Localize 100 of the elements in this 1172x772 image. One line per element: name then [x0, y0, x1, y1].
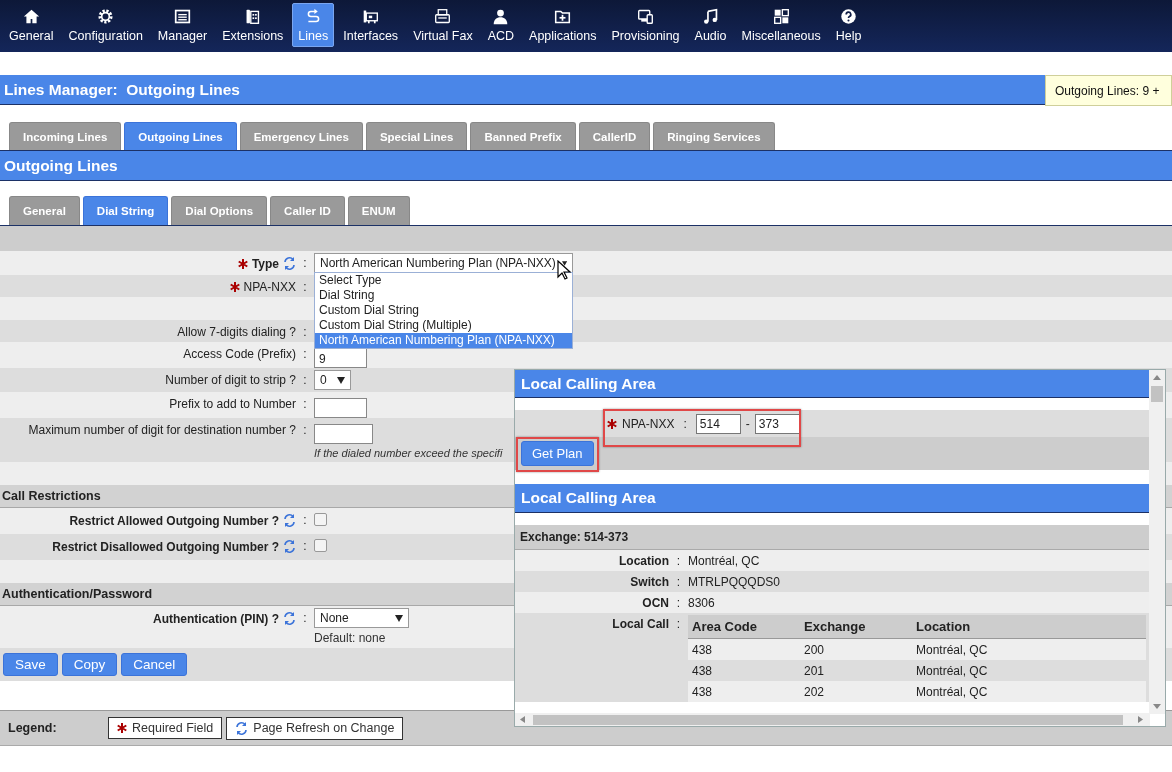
table-cell: Montréal, QC — [912, 638, 1146, 660]
input-field[interactable]: 373 — [754, 413, 800, 434]
colon: : — [675, 616, 682, 631]
legend-label: Legend: — [8, 721, 58, 735]
colon: : — [302, 396, 308, 411]
horizontal-scrollbar[interactable] — [515, 713, 1150, 726]
help-icon — [840, 7, 858, 25]
field-label: Allow 7-digits dialing ? — [177, 325, 296, 339]
grid-icon — [772, 7, 790, 25]
field-label: Authentication (PIN) ? — [153, 611, 279, 626]
field-label: Restrict Allowed Outgoing Number ? — [69, 513, 279, 528]
nav-item[interactable]: Miscellaneous — [735, 3, 827, 47]
dash: - — [745, 416, 750, 431]
field-label: Number of digit to strip ? — [165, 373, 296, 387]
gear-icon — [97, 7, 115, 25]
nav-item[interactable]: Lines — [292, 3, 335, 47]
column-header: Exchange — [800, 615, 912, 639]
field-label: NPA-NXX — [622, 416, 675, 431]
colon: : — [302, 324, 308, 339]
section-title: Outgoing Lines — [4, 156, 118, 175]
page-title: Lines Manager: Outgoing Lines — [4, 81, 240, 99]
tab[interactable]: Outgoing Lines — [124, 122, 237, 150]
action-button[interactable]: Copy — [61, 653, 118, 676]
caret-icon — [395, 614, 403, 622]
field-label: Type — [251, 256, 279, 271]
colon: : — [302, 255, 308, 270]
select-field[interactable]: None — [314, 608, 409, 628]
colon: : — [302, 346, 308, 361]
refresh-icon — [235, 720, 249, 736]
asterisk-icon — [607, 418, 617, 429]
caret-icon — [561, 259, 567, 267]
nav-item[interactable]: Manager — [151, 3, 214, 47]
fax-icon — [434, 7, 452, 25]
checkbox[interactable] — [314, 539, 327, 552]
dropdown-option[interactable]: Custom Dial String — [315, 303, 572, 318]
action-button[interactable]: Save — [3, 653, 58, 676]
table-cell: Montréal, QC — [912, 660, 1146, 681]
nav-item[interactable]: Help — [829, 3, 868, 47]
get-plan-button[interactable]: Get Plan — [521, 441, 594, 466]
table-cell: 438 — [688, 660, 800, 681]
nav-item[interactable]: Provisioning — [605, 3, 686, 47]
dropdown-option[interactable]: Custom Dial String (Multiple) — [315, 318, 572, 333]
window-icon — [174, 7, 191, 25]
legend-item: Required Field — [108, 717, 223, 739]
field-label: Maximum number of digit for destination number ? — [28, 423, 296, 437]
action-button[interactable]: Cancel — [121, 653, 188, 676]
select-field[interactable]: North American Numbering Plan (NPA-NXX) — [314, 253, 573, 273]
input-field[interactable] — [314, 424, 373, 444]
column-header: Location — [912, 615, 1146, 639]
exchange-heading: Exchange: 514-373 — [515, 525, 1150, 550]
field-label: Restrict Disallowed Outgoing Number ? — [52, 539, 279, 554]
table-cell: 201 — [800, 660, 912, 681]
table-cell: Montréal, QC — [912, 681, 1146, 702]
column-header: Area Code — [688, 615, 800, 639]
music-note-icon — [702, 7, 720, 25]
nav-item[interactable]: General — [3, 3, 60, 47]
legend-item: Page Refresh on Change — [226, 716, 404, 740]
field-label: Access Code (Prefix) — [183, 347, 296, 361]
dropdown-option[interactable]: Select Type — [315, 273, 572, 288]
colon: : — [302, 610, 308, 625]
table-cell: 438 — [688, 681, 800, 702]
nav-item[interactable]: ACD — [481, 3, 521, 47]
detail-value: Montréal, QC — [688, 553, 760, 568]
dropdown-option[interactable]: North American Numbering Plan (NPA-NXX) — [315, 333, 572, 348]
devices-icon — [637, 7, 654, 25]
default-note: Default: none — [314, 631, 386, 645]
nav-item[interactable]: Configuration — [62, 3, 149, 47]
colon: : — [302, 538, 308, 553]
nav-item[interactable]: Applications — [523, 3, 603, 47]
tooltip: Outgoing Lines: 9 + — [1045, 75, 1172, 106]
panel-title: Local Calling Area — [515, 370, 1150, 398]
colon: : — [302, 279, 308, 294]
colon: : — [683, 416, 687, 431]
table-cell: 202 — [800, 681, 912, 702]
input-field[interactable]: 514 — [695, 413, 741, 434]
field-label: NPA-NXX — [243, 280, 296, 294]
nav-item[interactable]: Virtual Fax — [407, 3, 479, 47]
detail-label: Location — [618, 553, 669, 568]
input-field[interactable]: 9 — [314, 348, 367, 368]
vertical-scrollbar[interactable] — [1149, 370, 1165, 714]
phone-icon — [244, 7, 262, 25]
field-label: Prefix to add to Number — [169, 397, 296, 411]
colon: : — [675, 553, 682, 568]
checkbox[interactable] — [314, 513, 327, 526]
colon: : — [302, 372, 308, 387]
colon: : — [302, 422, 308, 437]
table-cell: 438 — [688, 638, 800, 660]
panel-title: Local Calling Area — [515, 484, 1150, 513]
tab[interactable]: Dial String — [82, 196, 169, 225]
detail-label: Local Call — [611, 616, 669, 631]
nav-item[interactable]: Interfaces — [337, 3, 405, 47]
select-field[interactable]: 0 — [314, 370, 351, 390]
colon: : — [302, 512, 308, 527]
table-cell: 200 — [800, 638, 912, 660]
home-icon — [22, 7, 40, 25]
nav-item[interactable]: Extensions — [216, 3, 290, 47]
nav-item[interactable]: Audio — [688, 3, 733, 47]
asterisk-icon — [117, 723, 127, 733]
dropdown-option[interactable]: Dial String — [315, 288, 572, 303]
input-field[interactable] — [314, 398, 367, 418]
